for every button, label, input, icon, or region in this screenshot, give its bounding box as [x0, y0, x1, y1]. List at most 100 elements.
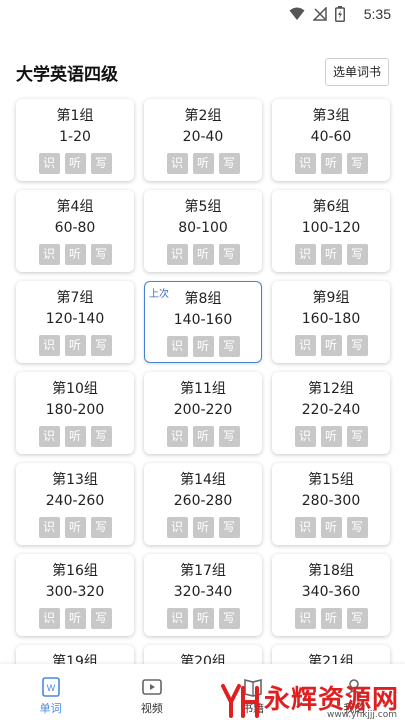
listen-button[interactable]: 听 [64, 244, 86, 265]
listen-button[interactable]: 听 [64, 608, 86, 629]
group-card[interactable]: 第10组 180-200 识听写 [16, 372, 134, 454]
recognize-button[interactable]: 识 [38, 608, 60, 629]
group-card[interactable]: 上次 第8组 140-160 识听写 [144, 281, 262, 363]
group-card[interactable]: 第11组 200-220 识听写 [144, 372, 262, 454]
group-card[interactable]: 第2组 20-40 识听写 [144, 99, 262, 181]
group-range: 1-20 [59, 129, 91, 145]
recognize-button[interactable]: 识 [166, 336, 188, 357]
recognize-button[interactable]: 识 [294, 244, 316, 265]
group-card[interactable]: 第9组 160-180 识听写 [272, 281, 390, 363]
write-button[interactable]: 写 [218, 153, 240, 174]
group-card[interactable]: 第6组 100-120 识听写 [272, 190, 390, 272]
recognize-button[interactable]: 识 [38, 426, 60, 447]
recognize-button[interactable]: 识 [38, 153, 60, 174]
recognize-button[interactable]: 识 [294, 426, 316, 447]
card-actions: 识听写 [272, 335, 390, 356]
recognize-button[interactable]: 识 [294, 335, 316, 356]
write-button[interactable]: 写 [218, 426, 240, 447]
listen-button[interactable]: 听 [320, 608, 342, 629]
write-button[interactable]: 写 [218, 608, 240, 629]
video-play-icon [142, 679, 162, 695]
group-range: 240-260 [45, 493, 105, 509]
recognize-button[interactable]: 识 [38, 335, 60, 356]
listen-button[interactable]: 听 [192, 153, 214, 174]
listen-button[interactable]: 听 [192, 426, 214, 447]
listen-button[interactable]: 听 [320, 153, 342, 174]
group-title: 第17组 [180, 563, 226, 579]
listen-button[interactable]: 听 [64, 426, 86, 447]
write-button[interactable]: 写 [218, 244, 240, 265]
listen-button[interactable]: 听 [64, 335, 86, 356]
watermark-logo [220, 684, 259, 718]
write-button[interactable]: 写 [346, 608, 368, 629]
listen-button[interactable]: 听 [192, 244, 214, 265]
listen-button[interactable]: 听 [64, 153, 86, 174]
recognize-button[interactable]: 识 [166, 153, 188, 174]
group-range: 100-120 [301, 220, 361, 236]
card-actions: 识听写 [272, 153, 390, 174]
recognize-button[interactable]: 识 [294, 608, 316, 629]
listen-button[interactable]: 听 [192, 517, 214, 538]
nav-item-video[interactable]: 视频 [101, 664, 202, 720]
write-button[interactable]: 写 [90, 517, 112, 538]
write-button[interactable]: 写 [90, 426, 112, 447]
write-button[interactable]: 写 [346, 244, 368, 265]
listen-button[interactable]: 听 [320, 335, 342, 356]
group-range: 20-40 [182, 129, 224, 145]
select-book-button[interactable]: 选单词书 [324, 58, 389, 86]
recognize-button[interactable]: 识 [294, 153, 316, 174]
card-actions: 识听写 [144, 608, 262, 629]
group-card[interactable]: 第12组 220-240 识听写 [272, 372, 390, 454]
header: 大学英语四级 选单词书 [0, 56, 405, 88]
group-card[interactable]: 第1组 1-20 识听写 [16, 99, 134, 181]
group-title: 第9组 [312, 290, 350, 306]
write-button[interactable]: 写 [90, 244, 112, 265]
group-range: 340-360 [301, 584, 361, 600]
listen-button[interactable]: 听 [320, 517, 342, 538]
write-button[interactable]: 写 [90, 153, 112, 174]
group-card[interactable]: 第17组 320-340 识听写 [144, 554, 262, 636]
write-button[interactable]: 写 [90, 335, 112, 356]
no-signal-icon [313, 7, 327, 21]
recognize-button[interactable]: 识 [166, 244, 188, 265]
page-title: 大学英语四级 [16, 65, 118, 85]
group-card[interactable]: 第4组 60-80 识听写 [16, 190, 134, 272]
card-actions: 识听写 [16, 426, 134, 447]
recognize-button[interactable]: 识 [294, 517, 316, 538]
listen-button[interactable]: 听 [64, 517, 86, 538]
write-button[interactable]: 写 [346, 335, 368, 356]
group-title: 第4组 [56, 199, 94, 215]
write-button[interactable]: 写 [90, 608, 112, 629]
group-range: 180-200 [45, 402, 105, 418]
group-card[interactable]: 第15组 280-300 识听写 [272, 463, 390, 545]
group-range: 300-320 [45, 584, 105, 600]
card-actions: 识听写 [144, 244, 262, 265]
recognize-button[interactable]: 识 [166, 608, 188, 629]
group-card[interactable]: 第13组 240-260 识听写 [16, 463, 134, 545]
listen-button[interactable]: 听 [320, 426, 342, 447]
recognize-button[interactable]: 识 [166, 426, 188, 447]
group-card[interactable]: 第3组 40-60 识听写 [272, 99, 390, 181]
write-button[interactable]: 写 [218, 336, 240, 357]
group-range: 80-100 [178, 220, 228, 236]
svg-text:W: W [46, 683, 55, 693]
group-card[interactable]: 第5组 80-100 识听写 [144, 190, 262, 272]
card-actions: 识听写 [16, 608, 134, 629]
write-button[interactable]: 写 [346, 426, 368, 447]
nav-item-words[interactable]: W 单词 [0, 664, 101, 720]
listen-button[interactable]: 听 [320, 244, 342, 265]
group-card[interactable]: 第14组 260-280 识听写 [144, 463, 262, 545]
write-button[interactable]: 写 [346, 517, 368, 538]
recognize-button[interactable]: 识 [38, 517, 60, 538]
group-card[interactable]: 第18组 340-360 识听写 [272, 554, 390, 636]
recognize-button[interactable]: 识 [38, 244, 60, 265]
write-button[interactable]: 写 [346, 153, 368, 174]
listen-button[interactable]: 听 [192, 336, 214, 357]
card-actions: 识听写 [16, 335, 134, 356]
recognize-button[interactable]: 识 [166, 517, 188, 538]
listen-button[interactable]: 听 [192, 608, 214, 629]
group-card[interactable]: 第7组 120-140 识听写 [16, 281, 134, 363]
group-range: 320-340 [173, 584, 233, 600]
group-card[interactable]: 第16组 300-320 识听写 [16, 554, 134, 636]
write-button[interactable]: 写 [218, 517, 240, 538]
